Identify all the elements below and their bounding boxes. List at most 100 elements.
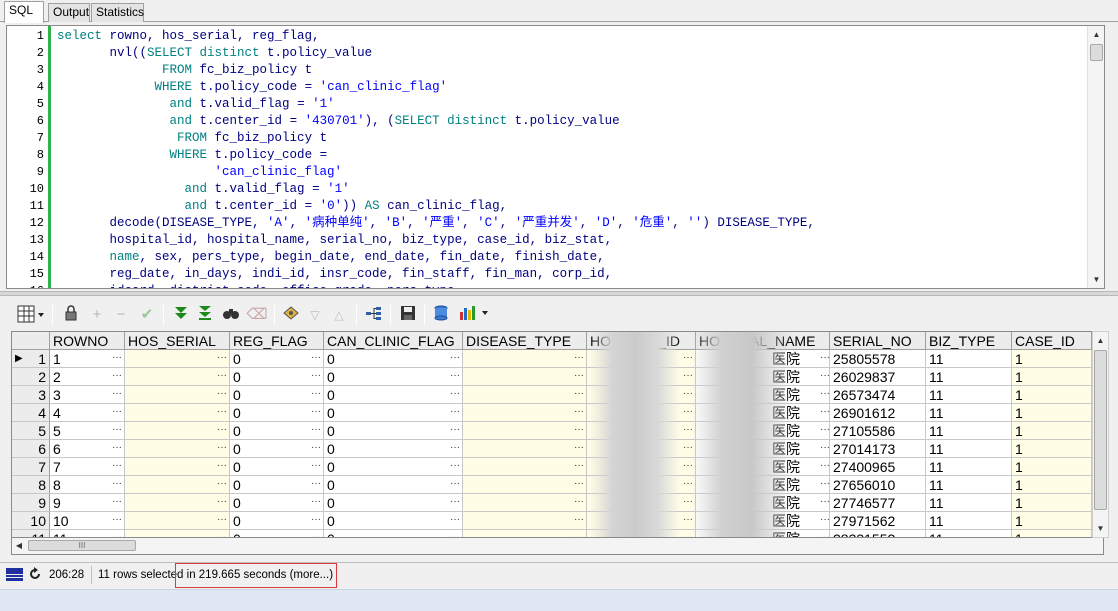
scroll-thumb[interactable] — [1094, 350, 1107, 510]
table-cell[interactable]: 0 ··· — [230, 350, 324, 368]
table-cell[interactable]: ··· — [125, 530, 230, 537]
table-cell[interactable]: 0 ··· — [230, 494, 324, 512]
fetch-last-icon[interactable] — [194, 304, 216, 326]
cell-editor-icon[interactable]: ··· — [217, 368, 227, 385]
table-cell[interactable]: 11 — [926, 476, 1012, 494]
column-header[interactable]: HOS_SERIAL — [125, 332, 230, 350]
cell-editor-icon[interactable]: ··· — [217, 404, 227, 421]
column-header[interactable]: SERIAL_NO — [830, 332, 926, 350]
table-cell[interactable]: 1 ··· — [50, 350, 125, 368]
table-cell[interactable]: ··· — [125, 494, 230, 512]
cell-editor-icon[interactable]: ··· — [574, 512, 584, 529]
table-cell[interactable]: ··· — [463, 476, 587, 494]
scroll-left-icon[interactable]: ◀ — [12, 538, 26, 553]
cell-editor-icon[interactable]: ··· — [574, 476, 584, 493]
table-cell[interactable]: 27105586 — [830, 422, 926, 440]
cell-editor-icon[interactable]: ··· — [112, 368, 122, 385]
table-cell[interactable]: ··· — [463, 386, 587, 404]
row-header[interactable]: 8 — [12, 476, 50, 494]
table-cell[interactable]: 0 ··· — [324, 458, 463, 476]
table-cell[interactable]: 1 — [1012, 476, 1092, 494]
cell-editor-icon[interactable]: ··· — [217, 458, 227, 475]
query-by-example-icon[interactable] — [280, 304, 302, 326]
table-cell[interactable]: 9 ··· — [50, 494, 125, 512]
code-line[interactable]: FROM fc_biz_policy t — [57, 62, 312, 79]
code-line[interactable]: nvl((SELECT distinct t.policy_value — [57, 45, 373, 62]
code-line[interactable]: decode(DISEASE_TYPE, 'A', '病种单纯', 'B', '… — [57, 215, 815, 232]
table-cell[interactable]: 26029837 — [830, 368, 926, 386]
cell-editor-icon[interactable]: ··· — [311, 458, 321, 475]
table-cell[interactable]: 27746577 — [830, 494, 926, 512]
cell-editor-icon[interactable]: ··· — [574, 422, 584, 439]
cell-editor-icon[interactable]: ··· — [311, 386, 321, 403]
cell-editor-icon[interactable]: ··· — [311, 368, 321, 385]
table-cell[interactable]: 0 ··· — [324, 530, 463, 537]
table-cell[interactable]: 0 ··· — [230, 386, 324, 404]
sort-down-icon[interactable]: ▽ — [304, 304, 326, 326]
table-cell[interactable]: 0 ··· — [230, 512, 324, 530]
table-cell[interactable]: 0 ··· — [230, 368, 324, 386]
cell-editor-icon[interactable]: ··· — [574, 530, 584, 537]
code-line[interactable]: select rowno, hos_serial, reg_flag, — [57, 28, 320, 45]
cell-editor-icon[interactable]: ··· — [820, 386, 829, 403]
table-cell[interactable]: 11 — [926, 368, 1012, 386]
table-cell[interactable]: 0 ··· — [324, 422, 463, 440]
table-cell[interactable]: 11 — [926, 404, 1012, 422]
table-cell[interactable]: 0 ··· — [324, 440, 463, 458]
cell-editor-icon[interactable]: ··· — [112, 422, 122, 439]
table-cell[interactable]: 1 — [1012, 512, 1092, 530]
row-header[interactable]: 11 — [12, 530, 50, 537]
code-line[interactable]: hospital_id, hospital_name, serial_no, b… — [57, 232, 613, 249]
scroll-down-icon[interactable]: ▼ — [1093, 520, 1108, 537]
table-cell[interactable]: ··· — [125, 512, 230, 530]
table-cell[interactable]: ··· — [463, 512, 587, 530]
code-line[interactable]: and t.valid_flag = '1' — [57, 96, 335, 113]
fetch-next-icon[interactable] — [170, 304, 192, 326]
cell-editor-icon[interactable]: ··· — [574, 368, 584, 385]
table-cell[interactable]: 11 — [926, 440, 1012, 458]
row-header[interactable]: 9 — [12, 494, 50, 512]
results-grid[interactable]: ROWNO HOS_SERIAL REG_FLAG CAN_CLINIC_FLAG DI… — [11, 331, 1104, 538]
table-cell[interactable]: 1 — [1012, 494, 1092, 512]
tree-view-icon[interactable] — [363, 304, 385, 326]
cell-editor-icon[interactable]: ··· — [574, 350, 584, 367]
column-header[interactable]: REG_FLAG — [230, 332, 324, 350]
code-line[interactable]: WHERE t.policy_code = 'can_clinic_flag' — [57, 79, 448, 96]
cell-editor-icon[interactable]: ··· — [112, 404, 122, 421]
table-cell[interactable]: 1 — [1012, 350, 1092, 368]
cell-editor-icon[interactable]: ··· — [112, 512, 122, 529]
cell-editor-icon[interactable]: ··· — [311, 476, 321, 493]
table-cell[interactable]: 26573474 — [830, 386, 926, 404]
table-cell[interactable]: 26901612 — [830, 404, 926, 422]
chart-icon[interactable] — [456, 304, 492, 326]
cell-editor-icon[interactable]: ··· — [450, 458, 460, 475]
table-cell[interactable]: 1 — [1012, 368, 1092, 386]
column-header[interactable]: ROWNO — [50, 332, 125, 350]
cell-editor-icon[interactable]: ··· — [820, 476, 829, 493]
code-line[interactable]: and t.center_id = '430701'), (SELECT dis… — [57, 113, 620, 130]
scroll-up-icon[interactable]: ▲ — [1088, 26, 1104, 43]
cell-editor-icon[interactable]: ··· — [450, 440, 460, 457]
table-cell[interactable]: 0 ··· — [230, 422, 324, 440]
sort-up-icon[interactable]: △ — [328, 304, 350, 326]
table-cell[interactable]: 0 ··· — [324, 494, 463, 512]
table-cell[interactable]: 4 ··· — [50, 404, 125, 422]
code-line[interactable]: FROM fc_biz_policy t — [57, 130, 327, 147]
table-cell[interactable]: ··· — [463, 458, 587, 476]
table-cell[interactable]: 0 ··· — [324, 476, 463, 494]
cell-editor-icon[interactable]: ··· — [217, 476, 227, 493]
table-cell[interactable]: 3 ··· — [50, 386, 125, 404]
cell-editor-icon[interactable]: ··· — [217, 350, 227, 367]
cell-editor-icon[interactable]: ··· — [820, 440, 829, 457]
row-header[interactable]: 10 — [12, 512, 50, 530]
scroll-thumb[interactable]: III — [28, 540, 136, 551]
delete-record-icon[interactable]: − — [110, 304, 132, 326]
table-cell[interactable]: 27400965 — [830, 458, 926, 476]
table-cell[interactable]: 0 ··· — [230, 530, 324, 537]
table-cell[interactable]: 27971562 — [830, 512, 926, 530]
table-cell[interactable]: ··· — [463, 530, 587, 537]
table-cell[interactable]: ··· — [463, 494, 587, 512]
sql-code-area[interactable]: select rowno, hos_serial, reg_flag, nvl(… — [57, 26, 1086, 288]
cell-editor-icon[interactable]: ··· — [450, 368, 460, 385]
cell-editor-icon[interactable]: ··· — [820, 368, 829, 385]
